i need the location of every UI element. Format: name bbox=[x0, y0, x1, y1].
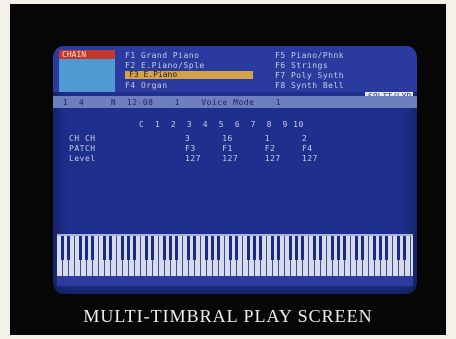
synth-screen: CHAIN F1 Grand Piano F5 Piano/Phnk F2 E.… bbox=[53, 46, 417, 294]
row-label-level: Level bbox=[69, 154, 96, 163]
row-values-patch: F3 F1 F2 F4 bbox=[185, 144, 313, 153]
patch-item-f1[interactable]: F1 Grand Piano bbox=[125, 51, 199, 60]
channel-header: C 1 2 3 4 5 6 7 8 9 10 bbox=[139, 120, 304, 129]
patch-item-f2[interactable]: F2 E.Piano/Sple bbox=[125, 61, 205, 70]
row-values-chch: 3 16 1 2 bbox=[185, 134, 308, 143]
row-label-patch: PATCH bbox=[69, 144, 96, 153]
piano-keyboard[interactable] bbox=[57, 234, 413, 276]
white-key[interactable] bbox=[405, 236, 411, 276]
row-values-level: 127 127 127 127 bbox=[185, 154, 318, 163]
selected-patch[interactable]: F3 E.Piano bbox=[125, 70, 253, 79]
patch-item-f7[interactable]: F7 Poly Synth bbox=[275, 71, 344, 80]
selected-patch-label: F3 E.Piano bbox=[129, 70, 178, 79]
row-label-chch: CH CH bbox=[69, 134, 96, 143]
patch-menu: CHAIN F1 Grand Piano F5 Piano/Phnk F2 E.… bbox=[53, 46, 417, 92]
mode-panel bbox=[59, 59, 115, 92]
patch-item-f8[interactable]: F8 Synth Bell bbox=[275, 81, 344, 90]
mode-tab[interactable]: CHAIN bbox=[59, 50, 115, 59]
info-strip: 1 4 N 12-08 1 Voice Mode 1 bbox=[53, 96, 417, 108]
caption: MULTI-TIMBRAL PLAY SCREEN bbox=[83, 306, 373, 326]
keyboard-base bbox=[57, 276, 413, 286]
patch-item-f5[interactable]: F5 Piano/Phnk bbox=[275, 51, 344, 60]
patch-item-f6[interactable]: F6 Strings bbox=[275, 61, 328, 70]
mode-label: CHAIN bbox=[62, 50, 87, 59]
monitor-frame: CHAIN F1 Grand Piano F5 Piano/Phnk F2 E.… bbox=[10, 4, 446, 335]
info-strip-text: 1 4 N 12-08 1 Voice Mode 1 bbox=[63, 98, 281, 107]
patch-item-f4[interactable]: F4 Organ bbox=[125, 81, 168, 90]
